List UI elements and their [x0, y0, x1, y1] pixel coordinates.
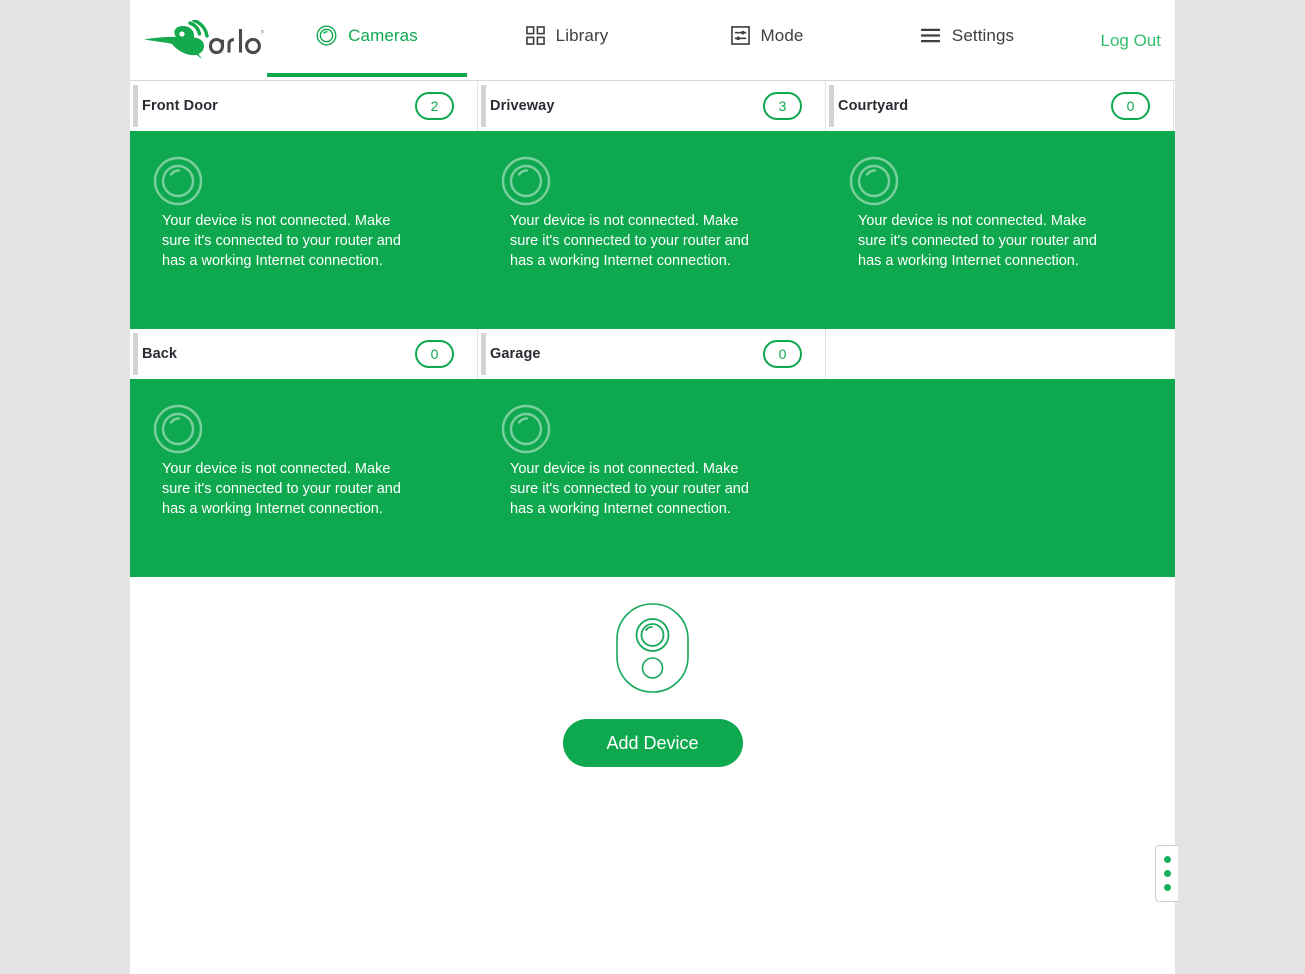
- more-options-side-tab[interactable]: [1155, 845, 1178, 902]
- camera-device-icon: [615, 602, 690, 694]
- more-vertical-icon-dot: [1164, 856, 1171, 863]
- camera-offline-message: Your device is not connected. Make sure …: [162, 459, 407, 519]
- camera-lens-icon: [153, 156, 203, 206]
- grid-icon: [526, 26, 545, 45]
- camera-bodies-row-2: Your device is not connected. Make sure …: [130, 379, 1175, 577]
- camera-header-driveway[interactable]: Driveway 3: [478, 81, 826, 131]
- sliders-icon: [731, 26, 750, 45]
- camera-body-back[interactable]: Your device is not connected. Make sure …: [130, 379, 478, 577]
- camera-badge-count[interactable]: 0: [415, 340, 454, 368]
- nav-items: Cameras Library: [267, 0, 1097, 81]
- camera-row-2: Back 0 Garage 0: [130, 329, 1175, 577]
- camera-badge-count[interactable]: 0: [763, 340, 802, 368]
- camera-name: Driveway: [490, 98, 554, 114]
- tab-library[interactable]: Library: [467, 0, 667, 81]
- header-accent-bar: [133, 85, 138, 127]
- tab-settings[interactable]: Settings: [867, 0, 1067, 81]
- camera-offline-message: Your device is not connected. Make sure …: [858, 211, 1103, 271]
- camera-bodies-row-1: Your device is not connected. Make sure …: [130, 131, 1175, 329]
- camera-name: Garage: [490, 346, 541, 362]
- camera-body-front-door[interactable]: Your device is not connected. Make sure …: [130, 131, 478, 329]
- top-navigation-bar: ™ Cameras: [130, 0, 1175, 81]
- tab-mode-label: Mode: [761, 26, 804, 46]
- logout-button[interactable]: Log Out: [1101, 0, 1162, 81]
- header-accent-bar: [829, 85, 834, 127]
- more-vertical-icon-dot: [1164, 884, 1171, 891]
- tab-cameras-label: Cameras: [348, 26, 418, 46]
- camera-lens-icon: [849, 156, 899, 206]
- active-tab-underline: [267, 73, 467, 77]
- camera-offline-message: Your device is not connected. Make sure …: [162, 211, 407, 271]
- camera-offline-message: Your device is not connected. Make sure …: [510, 459, 755, 519]
- camera-headers-row-2: Back 0 Garage 0: [130, 329, 1175, 379]
- header-accent-bar: [481, 85, 486, 127]
- tab-library-label: Library: [556, 26, 609, 46]
- camera-header-back[interactable]: Back 0: [130, 329, 478, 379]
- camera-name: Back: [142, 346, 177, 362]
- header-accent-bar: [133, 333, 138, 375]
- app-page: ™ Cameras: [0, 0, 1305, 974]
- hamburger-icon: [920, 27, 941, 44]
- svg-text:™: ™: [260, 29, 264, 38]
- camera-header-garage[interactable]: Garage 0: [478, 329, 826, 379]
- camera-lens-icon: [501, 404, 551, 454]
- camera-badge-count[interactable]: 0: [1111, 92, 1150, 120]
- camera-grid: Front Door 2 Driveway 3 Courtyard 0: [130, 81, 1175, 577]
- camera-row-1: Front Door 2 Driveway 3 Courtyard 0: [130, 81, 1175, 329]
- camera-lens-icon: [153, 404, 203, 454]
- add-device-button[interactable]: Add Device: [563, 719, 743, 767]
- camera-body-driveway[interactable]: Your device is not connected. Make sure …: [478, 131, 826, 329]
- arlo-logo[interactable]: ™: [142, 14, 272, 66]
- camera-header-front-door[interactable]: Front Door 2: [130, 81, 478, 131]
- add-device-section: Add Device: [130, 572, 1175, 767]
- app-shell: ™ Cameras: [130, 0, 1175, 974]
- camera-badge-count[interactable]: 2: [415, 92, 454, 120]
- camera-name: Courtyard: [838, 98, 908, 114]
- camera-body-courtyard[interactable]: Your device is not connected. Make sure …: [826, 131, 1174, 329]
- more-vertical-icon-dot: [1164, 870, 1171, 877]
- tab-settings-label: Settings: [952, 26, 1014, 46]
- camera-header-courtyard[interactable]: Courtyard 0: [826, 81, 1174, 131]
- camera-offline-message: Your device is not connected. Make sure …: [510, 211, 755, 271]
- tab-cameras[interactable]: Cameras: [267, 0, 467, 81]
- camera-headers-row-1: Front Door 2 Driveway 3 Courtyard 0: [130, 81, 1175, 131]
- camera-badge-count[interactable]: 3: [763, 92, 802, 120]
- camera-lens-icon: [316, 25, 337, 46]
- camera-lens-icon: [501, 156, 551, 206]
- camera-body-garage[interactable]: Your device is not connected. Make sure …: [478, 379, 826, 577]
- header-accent-bar: [481, 333, 486, 375]
- tab-mode[interactable]: Mode: [667, 0, 867, 81]
- camera-name: Front Door: [142, 98, 218, 114]
